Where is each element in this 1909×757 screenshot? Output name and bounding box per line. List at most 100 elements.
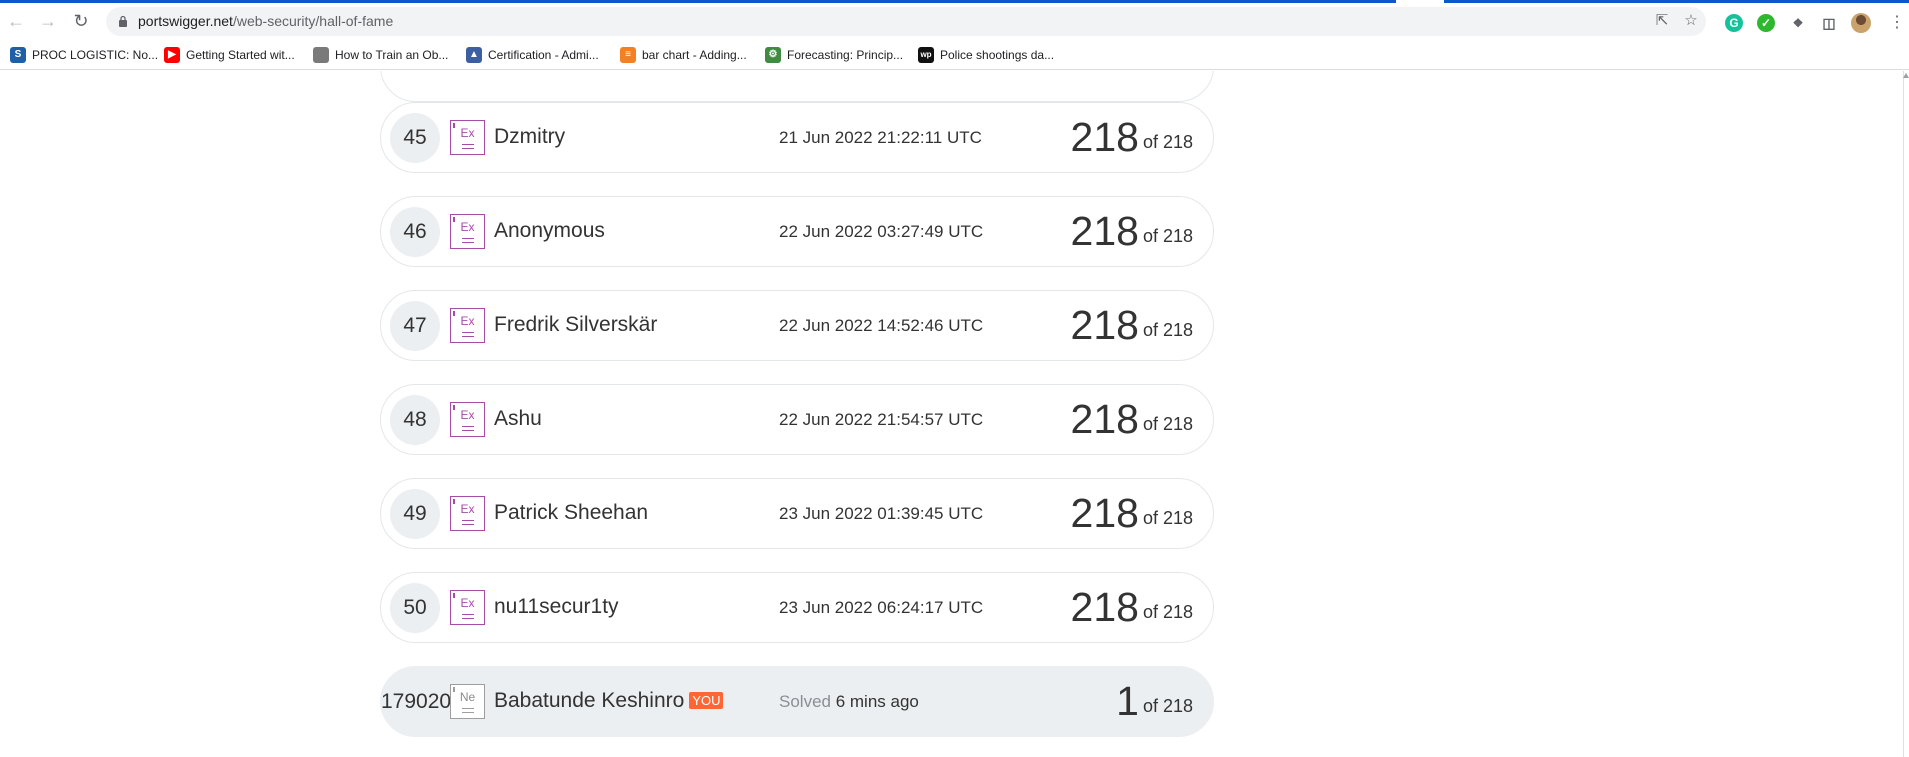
- share-icon[interactable]: ⇱: [1653, 12, 1671, 30]
- rank-number: 47: [390, 301, 440, 351]
- you-badge: YOU: [689, 692, 724, 709]
- bookmark-item[interactable]: wp Police shootings da...: [918, 46, 1054, 64]
- score: 218 of 218: [1071, 302, 1193, 349]
- certification-icon: ▲: [466, 47, 482, 63]
- user-name: Fredrik Silverskär: [494, 313, 658, 336]
- url-path: /web-security/hall-of-fame: [232, 13, 394, 29]
- expert-level-icon: Ex: [450, 214, 485, 249]
- completion-date: 23 Jun 2022 01:39:45 UTC: [779, 504, 984, 523]
- total-count: of 218: [1142, 226, 1193, 246]
- solved-count: 1: [1116, 678, 1139, 724]
- completion-date: 22 Jun 2022 03:27:49 UTC: [779, 222, 984, 241]
- bookmark-label: Certification - Admi...: [488, 48, 599, 62]
- bookmark-item[interactable]: ⚙ Forecasting: Princip...: [765, 46, 903, 64]
- solved-time: Solved 6 mins ago: [779, 692, 919, 712]
- solved-count: 218: [1070, 584, 1139, 630]
- bookmark-label: Getting Started wit...: [186, 48, 295, 62]
- stackoverflow-icon: ≡: [620, 47, 636, 63]
- rank-number: 45: [390, 113, 440, 163]
- level-symbol: Ex: [460, 314, 475, 328]
- bookmark-item[interactable]: ▲ Certification - Admi...: [466, 46, 599, 64]
- url-host: portswigger.net: [138, 13, 233, 29]
- current-user-row: 179020 Ne Babatunde Keshinro YOU Solved 6…: [380, 666, 1214, 737]
- sas-icon: S: [10, 47, 26, 63]
- leaderboard-row: 48 Ex Ashu 22 Jun 2022 21:54:57 UTC 218 o…: [380, 384, 1214, 455]
- total-count: of 218: [1142, 320, 1193, 340]
- score: 1 of 218: [1116, 678, 1193, 725]
- level-symbol: Ex: [460, 502, 475, 516]
- user-name: Dzmitry: [494, 125, 566, 148]
- scrollbar-track[interactable]: [1903, 71, 1904, 757]
- leaderboard-row: 47 Ex Fredrik Silverskär 22 Jun 2022 14:…: [380, 290, 1214, 361]
- expert-level-icon: Ex: [450, 496, 485, 531]
- score: 218 of 218: [1071, 584, 1193, 631]
- bookmark-label: bar chart - Adding...: [642, 48, 747, 62]
- total-count: of 218: [1142, 508, 1193, 528]
- bookmark-label: PROC LOGISTIC: No...: [32, 48, 159, 62]
- url-text[interactable]: portswigger.net/web-security/hall-of-fam…: [138, 13, 393, 29]
- completion-date: 22 Jun 2022 21:54:57 UTC: [779, 410, 984, 429]
- level-symbol: Ex: [460, 126, 475, 140]
- rank-number: 48: [390, 395, 440, 445]
- leaderboard-row: 45 Ex Dzmitry 21 Jun 2022 21:22:11 UTC 2…: [380, 102, 1214, 173]
- completion-date: 23 Jun 2022 06:24:17 UTC: [779, 598, 984, 617]
- solved-prefix: Solved: [779, 692, 831, 711]
- youtube-icon: ▶: [164, 47, 180, 63]
- solved-count: 218: [1070, 114, 1139, 160]
- score: 218 of 218: [1071, 208, 1193, 255]
- user-name: Babatunde Keshinro YOU: [494, 689, 724, 713]
- total-count: of 218: [1142, 132, 1193, 152]
- bookmarks-bar: S PROC LOGISTIC: No... ▶ Getting Started w…: [0, 40, 1909, 70]
- lock-icon[interactable]: [118, 15, 128, 27]
- solved-count: 218: [1070, 302, 1139, 348]
- forecasting-icon: ⚙: [765, 47, 781, 63]
- bookmark-item[interactable]: S PROC LOGISTIC: No...: [10, 46, 158, 64]
- profile-avatar[interactable]: [1851, 13, 1871, 33]
- bookmark-label: How to Train an Ob...: [335, 48, 449, 62]
- puzzle-icon[interactable]: ❖: [1789, 14, 1807, 32]
- bookmark-item[interactable]: ≡ bar chart - Adding...: [620, 46, 747, 64]
- sidebar-icon[interactable]: ◫: [1820, 14, 1838, 32]
- level-symbol: Ne: [459, 690, 476, 704]
- user-name: Patrick Sheehan: [494, 501, 649, 524]
- bookmark-item[interactable]: ▶ Getting Started wit...: [164, 46, 295, 64]
- hall-of-fame-page: 45 Ex Dzmitry 21 Jun 2022 21:22:11 UTC 2…: [0, 71, 1909, 757]
- solved-count: 218: [1070, 208, 1139, 254]
- reload-icon[interactable]: ↻: [71, 11, 91, 31]
- user-name: Ashu: [494, 407, 542, 430]
- rank-number: 49: [390, 489, 440, 539]
- expert-level-icon: Ex: [450, 590, 485, 625]
- score: 218 of 218: [1071, 396, 1193, 443]
- bookmark-label: Forecasting: Princip...: [787, 48, 904, 62]
- scroll-up-arrow-icon[interactable]: [1903, 73, 1909, 78]
- user-name: Anonymous: [494, 219, 605, 242]
- washington-post-icon: wp: [918, 47, 934, 63]
- total-count: of 218: [1142, 602, 1193, 622]
- rank-number: 46: [390, 207, 440, 257]
- forward-arrow-icon[interactable]: →: [38, 11, 58, 31]
- expert-level-icon: Ex: [450, 402, 485, 437]
- solved-ago: 6 mins ago: [835, 692, 919, 711]
- browser-toolbar: ← → ↻ portswigger.net/web-security/hall-…: [0, 3, 1909, 40]
- completion-date: 21 Jun 2022 21:22:11 UTC: [779, 128, 982, 147]
- score: 218 of 218: [1071, 490, 1193, 537]
- expert-level-icon: Ex: [450, 120, 485, 155]
- star-icon[interactable]: ☆: [1682, 12, 1700, 30]
- user-name-text: Babatunde Keshinro: [494, 689, 685, 712]
- novice-level-icon: Ne: [450, 684, 485, 719]
- leaderboard-row: 46 Ex Anonymous 22 Jun 2022 03:27:49 UTC…: [380, 196, 1214, 267]
- bookmark-item[interactable]: How to Train an Ob...: [313, 46, 448, 64]
- rank-number: 179020: [381, 690, 452, 713]
- more-menu-icon[interactable]: ⋮: [1889, 14, 1905, 32]
- total-count: of 218: [1142, 414, 1193, 434]
- solved-count: 218: [1070, 396, 1139, 442]
- solved-count: 218: [1070, 490, 1139, 536]
- back-arrow-icon[interactable]: ←: [6, 11, 26, 31]
- checkmark-extension-icon[interactable]: ✓: [1757, 14, 1775, 32]
- bookmark-label: Police shootings da...: [940, 48, 1055, 62]
- grammarly-icon[interactable]: G: [1725, 14, 1743, 32]
- score: 218 of 218: [1071, 114, 1193, 161]
- total-count: of 218: [1142, 696, 1193, 716]
- completion-date: 22 Jun 2022 14:52:46 UTC: [779, 316, 984, 335]
- address-bar[interactable]: portswigger.net/web-security/hall-of-fam…: [106, 7, 1706, 36]
